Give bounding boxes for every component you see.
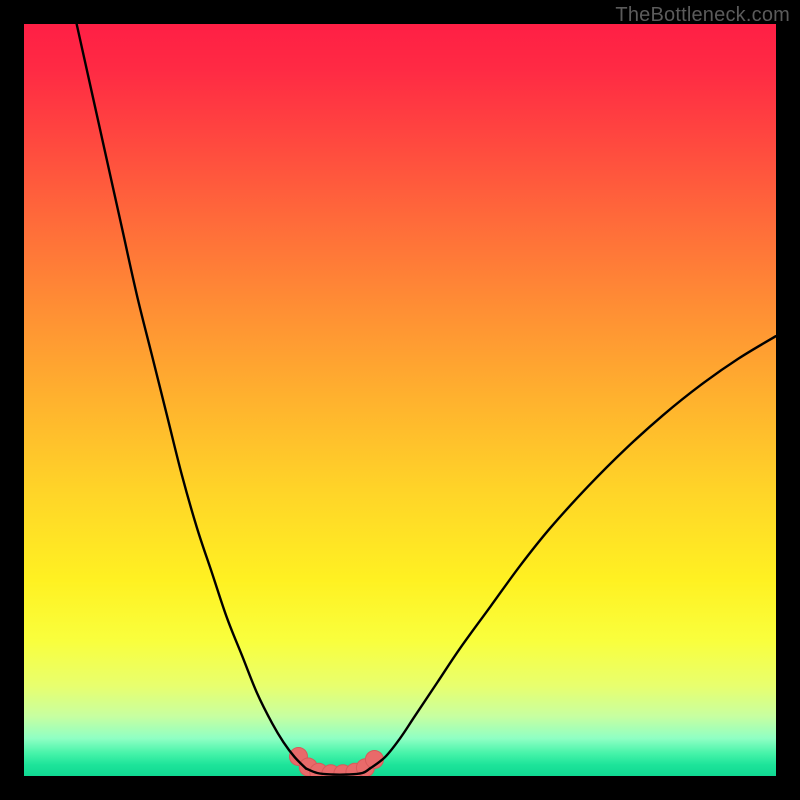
valley-marker-layer bbox=[289, 747, 383, 776]
plot-area bbox=[24, 24, 776, 776]
chart-frame: TheBottleneck.com bbox=[0, 0, 800, 800]
right-curve bbox=[370, 336, 776, 768]
left-curve bbox=[77, 24, 306, 768]
watermark-text: TheBottleneck.com bbox=[615, 4, 790, 27]
chart-svg bbox=[24, 24, 776, 776]
